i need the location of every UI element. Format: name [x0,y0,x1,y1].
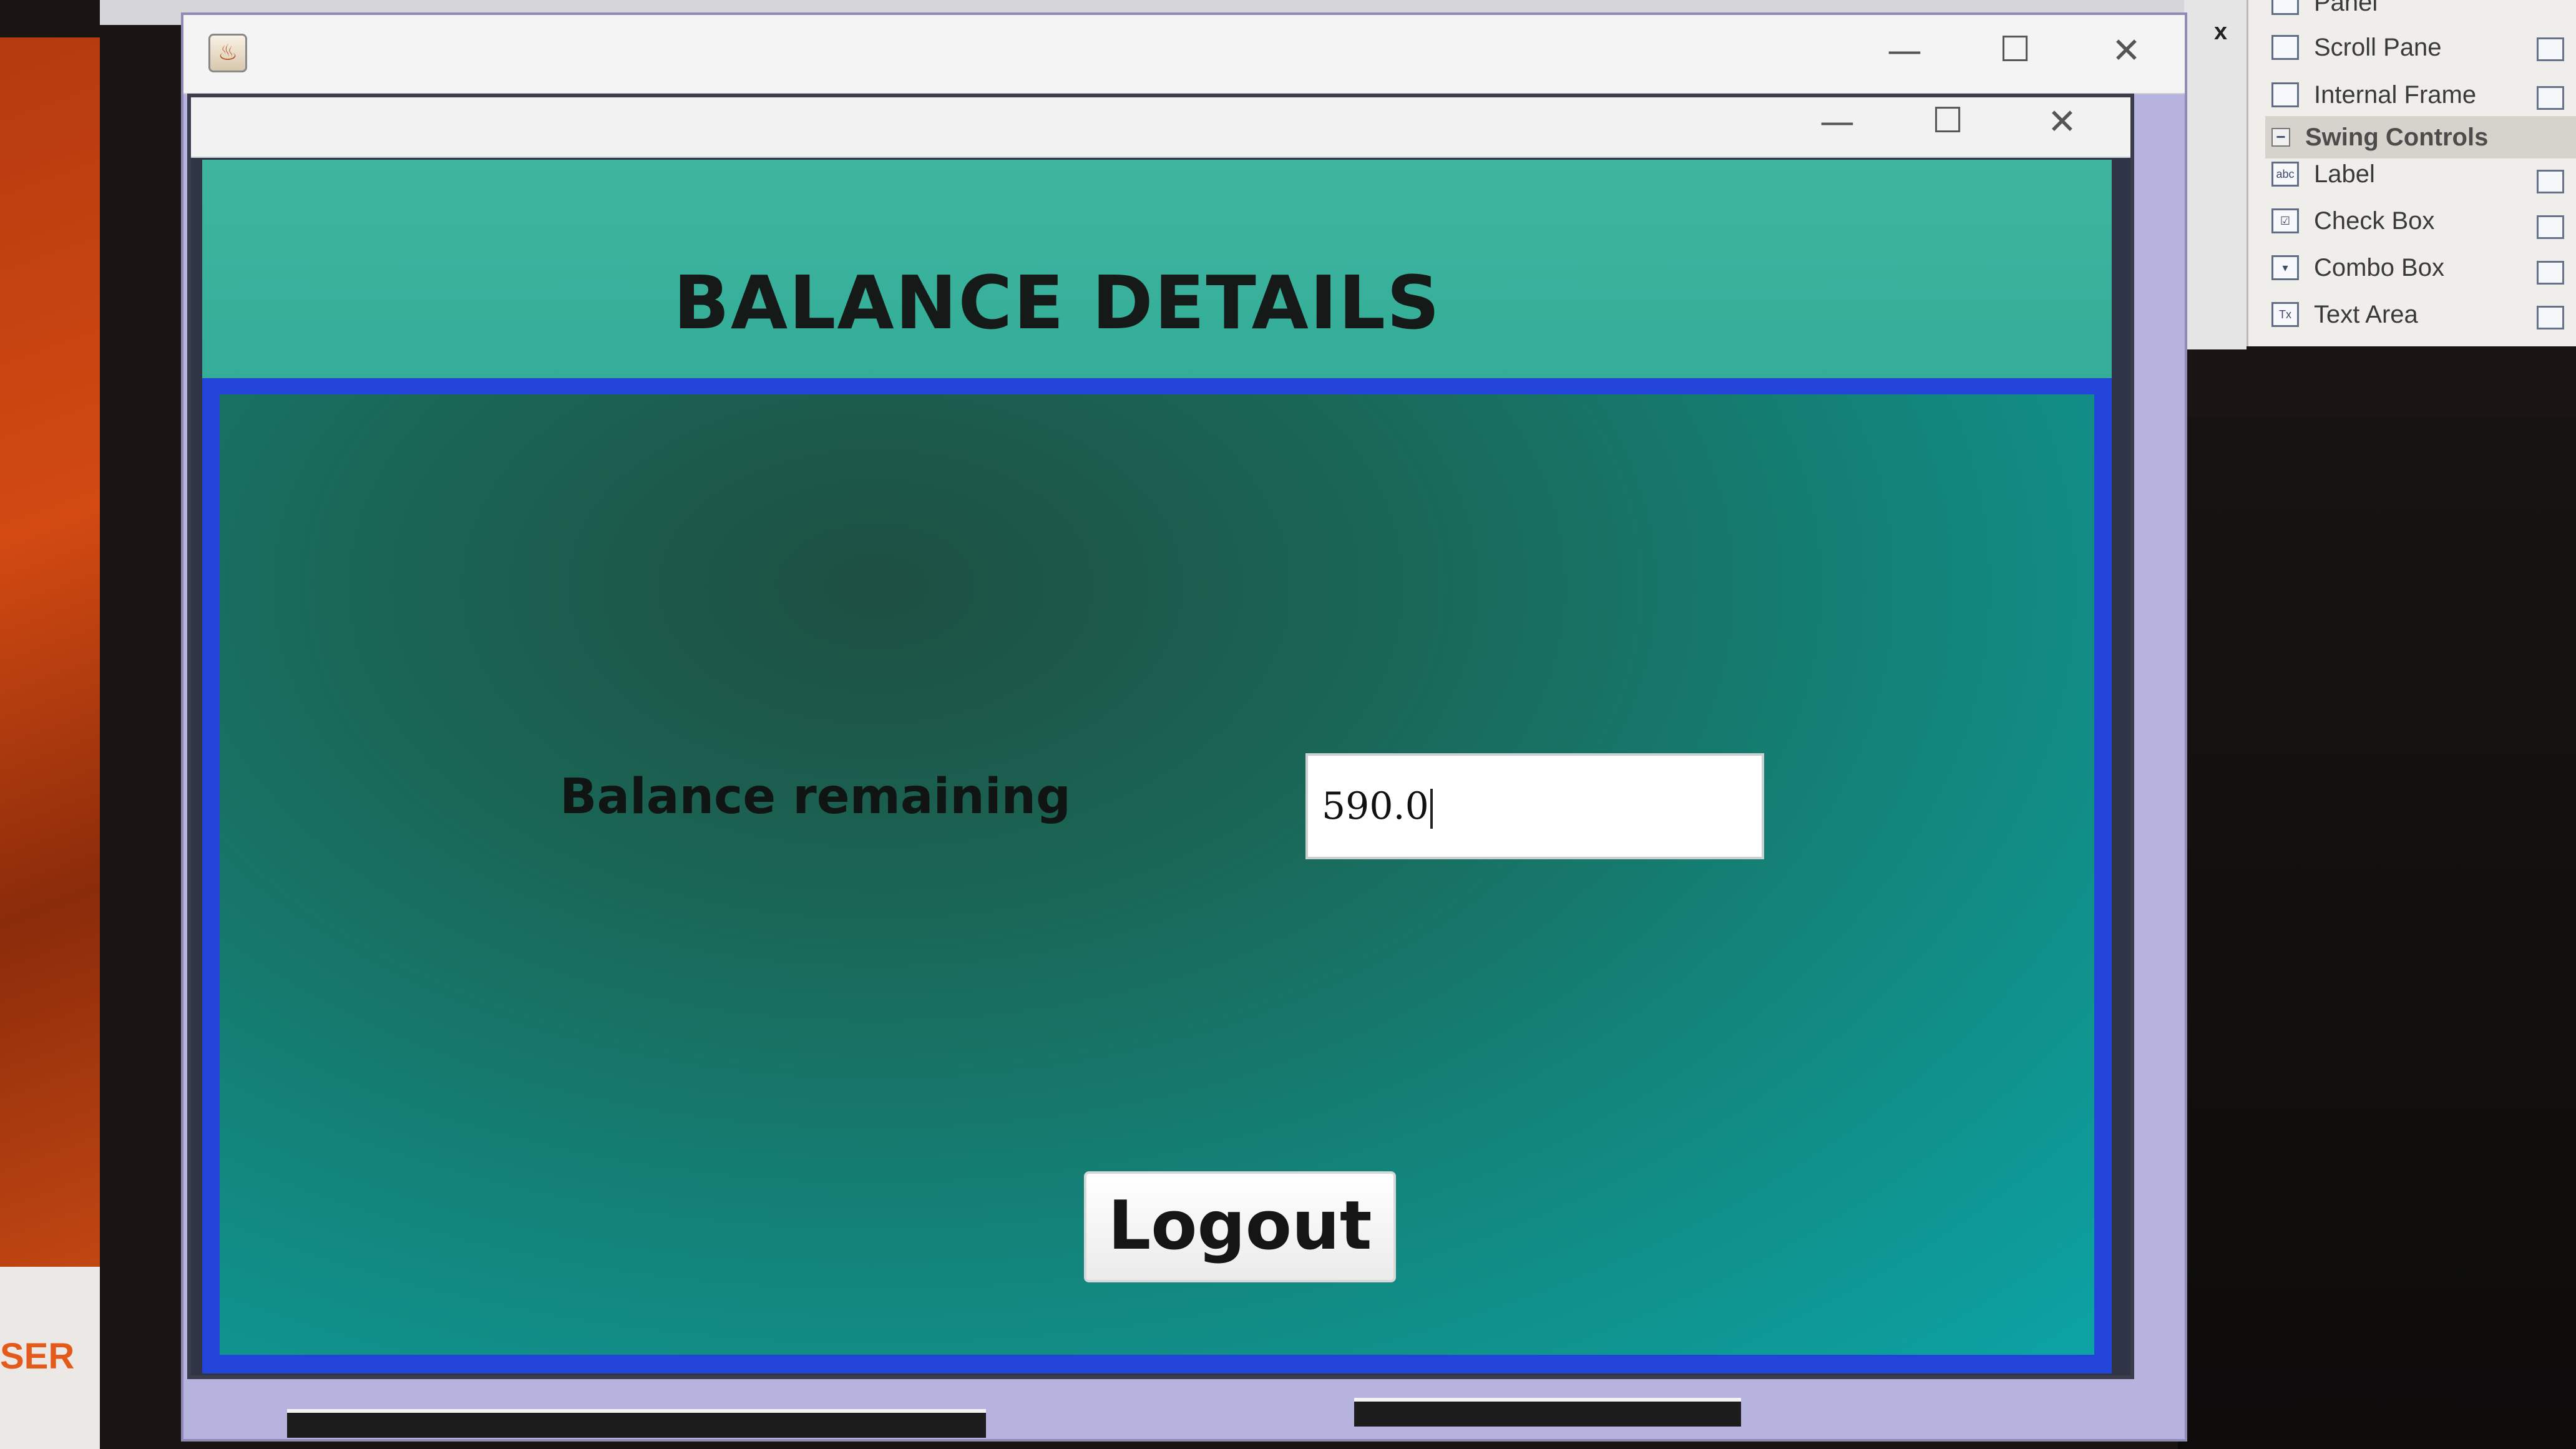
palette-text-area-preview-icon [2537,306,2564,329]
header-panel: BALANCE DETAILS [202,160,2112,384]
palette-item-scroll-pane[interactable]: Scroll Pane [2271,26,2559,69]
palette-item-label: Scroll Pane [2314,33,2442,61]
palette-item-label: Combo Box [2314,253,2444,281]
palette-item-text-area[interactable]: Tx Text Area [2271,293,2559,336]
collapse-icon: − [2271,128,2290,147]
background-partial-text: SER [0,1336,75,1377]
outer-close-button[interactable]: ✕ [2112,34,2141,69]
background-bottom-bar-left [287,1409,986,1438]
palette-close-button[interactable]: x [2214,19,2227,46]
palette-item-combo-box[interactable]: ▾ Combo Box [2271,246,2559,289]
palette-check-box-preview-icon [2537,215,2564,239]
outer-titlebar: ♨ — ☐ ✕ [183,15,2185,94]
palette-internal-frame-preview-icon [2537,86,2564,110]
palette-category-label: Swing Controls [2305,123,2489,151]
maximize-button[interactable]: ☐ [1932,104,1963,139]
palette-item-label: Check Box [2314,207,2435,235]
palette-side-strip [2184,0,2247,349]
balance-remaining-field[interactable]: 590.0 [1305,753,1764,859]
label-icon: abc [2271,162,2299,187]
balance-details-window: — ☐ ✕ BALANCE DETAILS Balance remaining … [187,94,2134,1379]
balance-remaining-label: Balance remaining [560,769,1071,825]
outer-minimize-button[interactable]: — [1887,34,1922,69]
logout-button[interactable]: Logout [1084,1171,1396,1282]
balance-value: 590.0 [1322,784,1429,828]
text-area-icon: Tx [2271,302,2299,327]
content-panel-border: Balance remaining 590.0 Logout [202,378,2112,1373]
check-box-icon: ☑ [2271,208,2299,233]
combo-box-icon: ▾ [2271,255,2299,280]
palette-item-label: Text Area [2314,300,2418,328]
outer-maximize-button[interactable]: ☐ [1999,32,2031,67]
app-titlebar: — ☐ ✕ [191,97,2130,158]
panel-icon [2271,0,2299,15]
palette-label-preview-icon [2537,170,2564,193]
java-app-icon: ♨ [208,34,247,72]
close-button[interactable]: ✕ [2047,105,2077,140]
palette-item-check-box[interactable]: ☑ Check Box [2271,200,2559,242]
content-panel: Balance remaining 590.0 Logout [220,394,2094,1355]
background-dark-area [2178,418,2576,1449]
palette-item-label: Panel [2314,0,2378,16]
palette-item-label: Label [2314,160,2375,188]
scroll-pane-icon [2271,35,2299,60]
screen: SER x Panel Scroll Pane Internal Frame −… [0,0,2576,1449]
palette-item-internal-frame[interactable]: Internal Frame [2271,74,2559,116]
minimize-button[interactable]: — [1820,105,1855,140]
palette-combo-box-preview-icon [2537,261,2564,285]
palette-item-panel[interactable]: Panel [2271,0,2559,24]
text-caret [1430,789,1433,829]
palette-scroll-pane-preview-icon [2537,37,2564,61]
background-orange-panel [0,37,100,1267]
palette-item-label-control[interactable]: abc Label [2271,153,2559,195]
palette-category-swing-controls[interactable]: − Swing Controls [2265,116,2576,159]
internal-frame-icon [2271,82,2299,107]
background-bottom-bar-right [1354,1398,1741,1427]
page-title: BALANCE DETAILS [673,260,1442,346]
palette-item-label: Internal Frame [2314,80,2477,109]
